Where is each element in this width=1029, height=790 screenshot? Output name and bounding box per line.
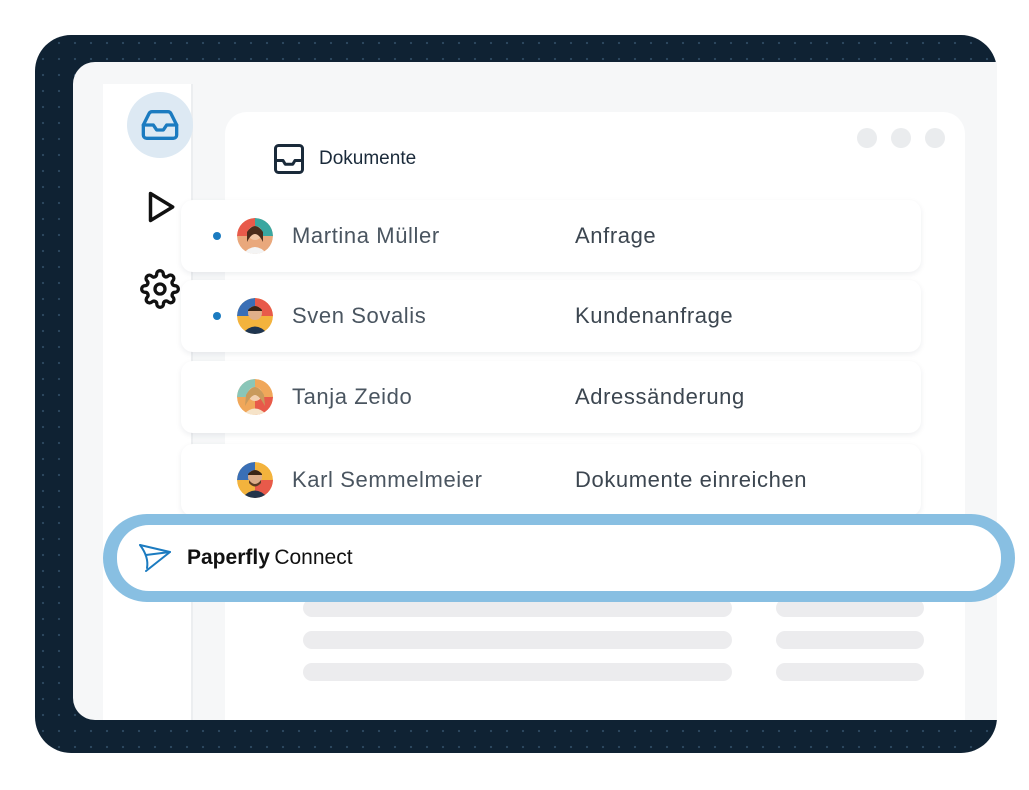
play-icon	[148, 191, 175, 223]
panel-header: Dokumente	[271, 141, 416, 177]
unread-indicator	[213, 312, 221, 320]
skeleton-line	[776, 663, 924, 681]
paperfly-logo-icon	[139, 544, 171, 572]
document-subject: Anfrage	[575, 223, 657, 248]
sidebar-item-inbox[interactable]	[127, 92, 193, 158]
avatar	[237, 462, 273, 498]
document-subject: Kundenanfrage	[575, 303, 734, 328]
document-subject: Adressänderung	[575, 384, 745, 409]
document-row[interactable]: Tanja Zeido Adressänderung	[181, 361, 921, 433]
connect-label: Paperfly Connect	[187, 546, 353, 570]
document-row[interactable]: Karl Semmelmeier Dokumente einreichen	[181, 444, 921, 516]
avatar	[237, 218, 273, 254]
avatar	[237, 298, 273, 334]
gear-icon	[140, 269, 180, 309]
unread-indicator	[213, 232, 221, 240]
panel-title: Dokumente	[319, 148, 417, 169]
product-name: Connect	[274, 546, 353, 569]
paperfly-connect-bar[interactable]: Paperfly Connect	[103, 514, 1015, 602]
window-dot[interactable]	[857, 128, 877, 148]
skeleton-line	[776, 631, 924, 649]
document-row[interactable]: Martina Müller Anfrage	[181, 200, 921, 272]
inbox-icon	[274, 144, 304, 174]
skeleton-line	[303, 631, 732, 649]
window-controls	[857, 128, 945, 148]
skeleton-line	[303, 663, 732, 681]
sender-name: Sven Sovalis	[292, 303, 427, 328]
sidebar	[103, 84, 193, 720]
document-row[interactable]: Sven Sovalis Kundenanfrage	[181, 280, 921, 352]
avatar	[237, 379, 273, 415]
window-dot[interactable]	[891, 128, 911, 148]
paperfly-connect-inner: Paperfly Connect	[117, 525, 1001, 591]
document-subject: Dokumente einreichen	[575, 467, 808, 492]
sender-name: Tanja Zeido	[292, 384, 413, 409]
sender-name: Karl Semmelmeier	[292, 467, 483, 492]
inbox-icon	[141, 110, 179, 140]
window-dot[interactable]	[925, 128, 945, 148]
brand-name: Paperfly	[187, 546, 270, 569]
sender-name: Martina Müller	[292, 223, 440, 248]
